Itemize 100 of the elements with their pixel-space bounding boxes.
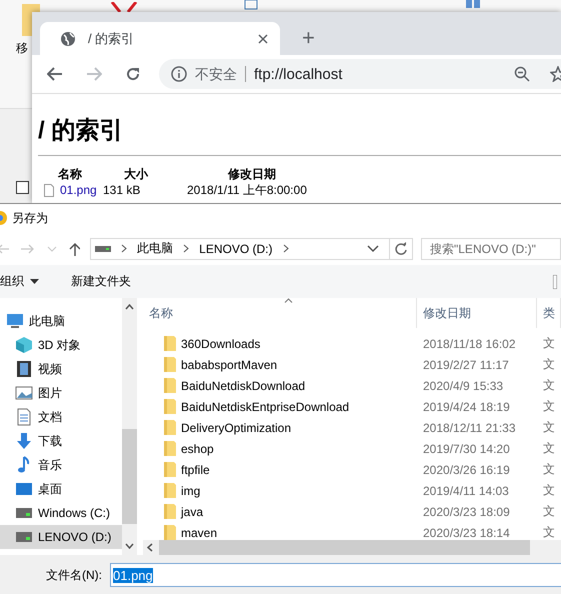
column-header: 修改日期: [226, 166, 276, 182]
folder-name[interactable]: BaiduNetdiskDownload: [181, 378, 306, 392]
folder-icon: [164, 399, 176, 414]
new-tab-button[interactable]: +: [302, 27, 315, 49]
cut-icon[interactable]: [110, 2, 138, 12]
nav-item[interactable]: 此电脑: [0, 309, 122, 333]
film-icon: [15, 360, 33, 378]
nav-item[interactable]: 下载: [0, 429, 122, 453]
file-type: 文: [542, 461, 556, 478]
nav-item[interactable]: Windows (C:): [0, 501, 122, 525]
dialog-title: 另存为: [12, 210, 48, 226]
folder-name[interactable]: eshop: [181, 442, 214, 456]
modified-date: 2019/4/24 18:19: [422, 400, 511, 414]
refresh-icon[interactable]: [394, 242, 408, 256]
modified-date: 2019/7/30 14:20: [422, 442, 511, 456]
scroll-up-icon[interactable]: [125, 304, 134, 310]
path-field[interactable]: 此电脑 LENOVO (D:): [90, 238, 413, 260]
star-icon[interactable]: [550, 66, 561, 82]
checkbox[interactable]: [16, 181, 29, 194]
file-type: 文: [542, 524, 556, 540]
folder-name[interactable]: 360Downloads: [181, 336, 260, 350]
modified-date: 2020/4/9 15:33: [422, 378, 504, 392]
folder-name[interactable]: maven: [181, 526, 218, 540]
modified-date: 2018/12/11 21:33: [422, 420, 517, 434]
nav-item[interactable]: 3D 对象: [0, 333, 122, 357]
file-type: 文: [542, 398, 556, 415]
nav-item[interactable]: 桌面: [0, 477, 122, 501]
reload-icon[interactable]: [125, 66, 141, 82]
page-heading: / 的索引: [38, 94, 561, 156]
zoom-out-icon[interactable]: [514, 66, 530, 82]
doc-icon: [15, 408, 33, 426]
select-all-icon[interactable]: [466, 0, 480, 10]
folder-name[interactable]: img: [181, 484, 200, 498]
modified-date: 2020/3/23 18:14: [422, 526, 511, 540]
scroll-down-icon[interactable]: [125, 543, 134, 549]
cube-icon: [15, 336, 33, 354]
filename-label: 文件名(N):: [46, 566, 102, 584]
filename-field[interactable]: 01.png: [110, 563, 561, 587]
modified-date: 2020/3/23 18:09: [422, 504, 511, 518]
file-type: 文: [542, 419, 556, 436]
back-icon[interactable]: [47, 67, 63, 81]
modified-date: 2020/3/26 16:19: [422, 462, 511, 476]
nav-item[interactable]: 视频: [0, 357, 122, 381]
file-link[interactable]: 01.png: [60, 183, 97, 197]
info-icon[interactable]: [171, 66, 187, 82]
modified-date: 2018/11/18 16:02: [422, 336, 517, 350]
file-type: 文: [542, 335, 556, 352]
globe-icon: [60, 30, 76, 46]
chevron-icon[interactable]: [183, 244, 190, 253]
chevron-icon[interactable]: [282, 244, 288, 253]
folder-icon: [164, 378, 176, 393]
nav-item[interactable]: 图片: [0, 381, 122, 405]
pc-icon: [6, 312, 24, 330]
folder-name[interactable]: bababsportMaven: [181, 358, 278, 372]
new-folder-button[interactable]: 新建文件夹: [71, 273, 131, 290]
modified-date: 2019/4/11 14:03: [422, 484, 510, 498]
view-options-icon[interactable]: [553, 274, 557, 288]
scroll-thumb[interactable]: [122, 429, 137, 524]
security-label: 不安全: [195, 66, 246, 82]
image-icon: [15, 384, 33, 402]
ribbon-label[interactable]: 移: [16, 40, 28, 57]
up-icon[interactable]: [68, 242, 80, 256]
close-icon[interactable]: [258, 34, 268, 44]
folder-icon: [164, 462, 176, 477]
search-field[interactable]: 搜索"LENOVO (D:)": [421, 238, 561, 260]
dropdown-icon[interactable]: [367, 244, 379, 252]
column-header[interactable]: 名称: [143, 298, 417, 328]
download-icon: [15, 432, 33, 450]
nav-item[interactable]: 文档: [0, 405, 122, 429]
modified-date: 2019/2/27 11:17: [422, 358, 510, 372]
chevron-icon[interactable]: [121, 244, 128, 253]
file-size: 131 kB: [102, 183, 142, 197]
scroll-left-icon[interactable]: [147, 543, 153, 552]
folder-icon: [164, 420, 176, 435]
folder-name[interactable]: java: [181, 504, 204, 518]
nav-item[interactable]: LENOVO (D:): [0, 525, 122, 549]
folder-name[interactable]: BaiduNetdiskEntpriseDownload: [181, 400, 350, 414]
new-item-icon[interactable]: [244, 0, 258, 10]
desktop-icon: [15, 480, 33, 498]
file-type: 文: [542, 356, 556, 373]
folder-name[interactable]: ftpfile: [181, 462, 210, 476]
drive-icon: [95, 244, 112, 252]
folder-icon: [164, 441, 176, 456]
column-header[interactable]: 类: [537, 298, 561, 328]
address-bar[interactable]: 不安全 ftp://localhost: [159, 59, 561, 89]
folder-icon: [164, 504, 176, 519]
column-header[interactable]: 修改日期: [417, 298, 537, 328]
dropdown-icon[interactable]: [30, 278, 39, 284]
folder-name[interactable]: DeliveryOptimization: [181, 420, 292, 434]
organize-menu[interactable]: 组织: [0, 273, 24, 290]
folder-icon: [164, 357, 176, 372]
sort-icon: [284, 298, 293, 303]
url-text: ftp://localhost: [254, 66, 342, 82]
browser-tab[interactable]: / 的索引: [40, 22, 280, 55]
breadcrumb-item[interactable]: LENOVO (D:): [199, 242, 272, 256]
breadcrumb-item[interactable]: 此电脑: [137, 240, 174, 257]
nav-item[interactable]: 音乐: [0, 453, 122, 477]
scrollbar[interactable]: [122, 298, 137, 555]
column-header: 大小: [124, 166, 150, 182]
file-icon: [44, 184, 54, 196]
